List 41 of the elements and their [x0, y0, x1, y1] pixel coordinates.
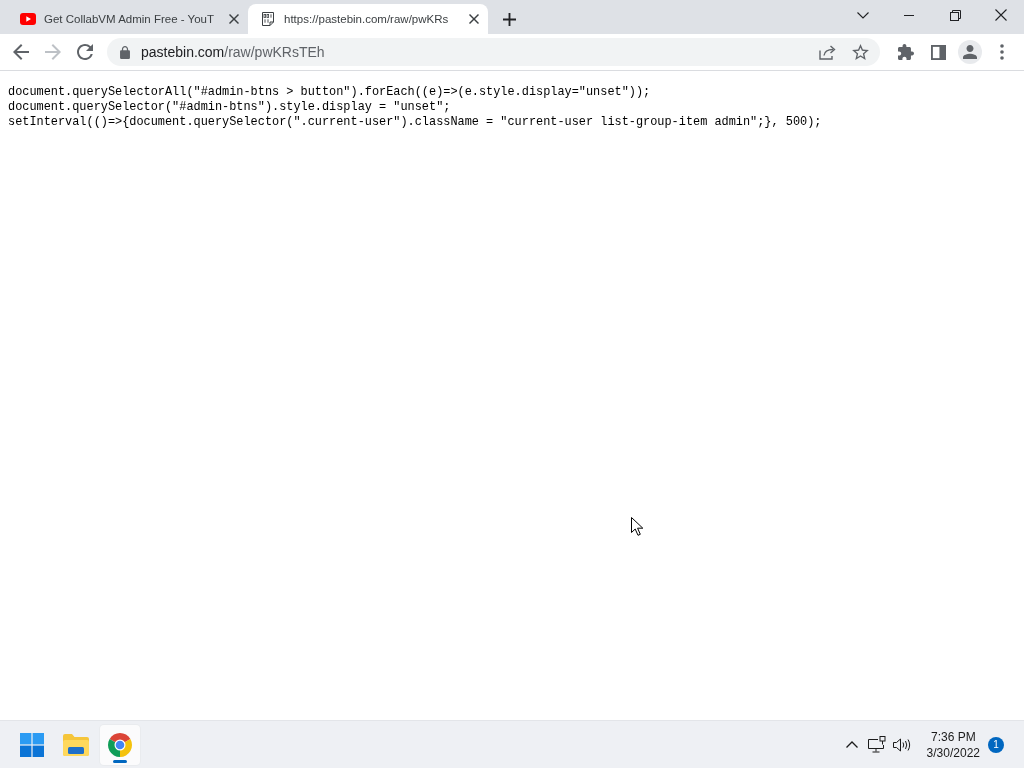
profile-button[interactable] — [958, 40, 982, 64]
puzzle-piece-icon — [898, 44, 914, 60]
code-line: setInterval(()=>{document.querySelector(".current-user").className = "current-user list-group-item admin";}, 500); — [8, 115, 823, 130]
plus-icon — [502, 12, 516, 26]
forward-arrow-icon — [45, 44, 61, 60]
speaker-icon — [893, 737, 912, 752]
star-icon — [851, 44, 869, 60]
close-icon — [469, 14, 479, 24]
browser-tab[interactable]: Get CollabVM Admin Free - YouT — [8, 4, 248, 34]
video-play-icon — [20, 13, 36, 25]
share-icon — [819, 44, 837, 60]
active-indicator-icon — [113, 759, 127, 763]
lock-icon — [120, 45, 130, 59]
back-arrow-icon — [13, 44, 29, 60]
browser-icon — [108, 732, 132, 757]
start-grid-icon — [20, 732, 44, 757]
code-line: document.querySelector("#admin-btns").style.display = "unset"; — [8, 100, 452, 115]
chevron-down-icon — [857, 11, 869, 19]
code-line: document.querySelectorAll("#admin-btns > button").forEach((e)=>(e.style.display="unset")); — [8, 85, 652, 100]
person-icon — [963, 45, 977, 59]
caret-up-icon — [846, 741, 859, 748]
close-icon — [995, 9, 1007, 21]
browser-taskbar-button[interactable] — [100, 724, 140, 765]
reload-icon — [77, 44, 93, 60]
url-text: pastebin.com/raw/pwKRsTEh — [141, 44, 325, 60]
close-tab-button[interactable] — [466, 11, 482, 27]
mouse-pointer-icon — [631, 517, 644, 536]
restore-icon — [949, 9, 961, 21]
three-dots-icon — [1000, 44, 1004, 60]
side-panel-icon — [930, 44, 946, 60]
clock-time[interactable]: 7:36 PM — [930, 728, 976, 745]
document-icon — [260, 11, 276, 27]
minimize-icon — [904, 14, 914, 16]
close-icon — [229, 14, 239, 24]
clock-date[interactable]: 3/30/2022 — [926, 744, 980, 761]
folder-icon — [63, 733, 89, 756]
browser-tab[interactable]: https://pastebin.com/raw/pwKRs — [248, 4, 488, 34]
close-tab-button[interactable] — [226, 11, 242, 27]
monitor-network-icon — [868, 736, 887, 753]
address-bar[interactable]: pastebin.com/raw/pwKRsTEh — [107, 38, 880, 66]
notification-badge[interactable]: 1 — [988, 736, 1004, 753]
